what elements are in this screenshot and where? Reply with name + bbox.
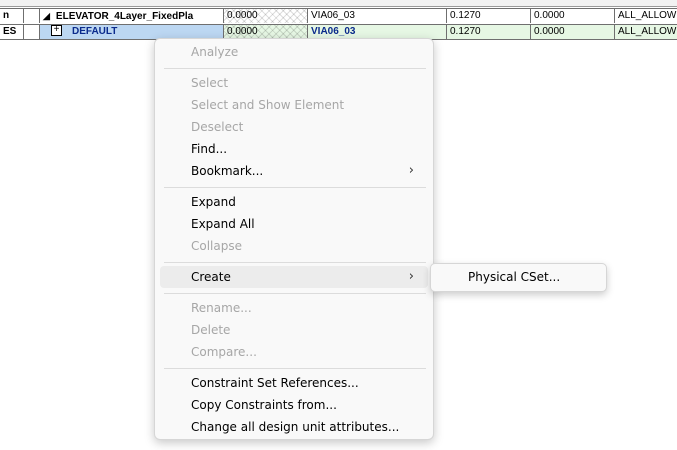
row-name-cell[interactable]: ◢ ELEVATOR_4Layer_FixedPla	[40, 9, 224, 23]
grid-top-edge	[0, 0, 677, 7]
menu-item-select-and-show[interactable]: Select and Show Element	[160, 94, 428, 116]
allow-cell[interactable]: ALL_ALLOW	[615, 9, 677, 23]
menu-item-label: Create	[191, 270, 231, 284]
menu-separator	[164, 262, 426, 263]
menu-item-constraint-set-references[interactable]: Constraint Set References...	[160, 372, 428, 394]
menu-item-physical-cset[interactable]: Physical CSet...	[434, 266, 603, 288]
value-cell[interactable]: 0.0000	[531, 9, 615, 23]
table-row[interactable]: ES + DEFAULT 0.0000 VIA06_03 0.1270 0.000…	[0, 25, 677, 39]
value-cell[interactable]: 0.0000	[224, 25, 308, 39]
expand-plus-icon[interactable]: +	[51, 25, 62, 36]
menu-separator	[164, 68, 426, 69]
value-cell[interactable]: 0.1270	[447, 25, 531, 39]
menu-item-bookmark[interactable]: Bookmark... ›	[160, 160, 428, 182]
row-type-cell: n	[0, 9, 24, 23]
menu-item-analyze[interactable]: Analyze	[160, 41, 428, 63]
menu-item-deselect[interactable]: Deselect	[160, 116, 428, 138]
row-name-text: DEFAULT	[72, 26, 118, 37]
create-submenu: Physical CSet...	[430, 263, 607, 292]
constraint-grid: n ◢ ELEVATOR_4Layer_FixedPla 0.0000 VIA06…	[0, 0, 677, 42]
menu-item-change-design-units[interactable]: Change all design unit attributes...	[160, 416, 428, 438]
table-row[interactable]: n ◢ ELEVATOR_4Layer_FixedPla 0.0000 VIA06…	[0, 9, 677, 23]
row-gutter-cell	[24, 25, 40, 39]
menu-item-delete[interactable]: Delete	[160, 319, 428, 341]
chevron-right-icon: ›	[408, 163, 414, 178]
menu-item-create[interactable]: Create ›	[160, 266, 428, 288]
via-cell[interactable]: VIA06_03	[308, 9, 447, 23]
menu-item-compare[interactable]: Compare...	[160, 341, 428, 363]
row-gutter-cell	[24, 9, 40, 23]
row-type-cell: ES	[0, 25, 24, 39]
menu-separator	[164, 293, 426, 294]
value-cell[interactable]: 0.0000	[531, 25, 615, 39]
menu-item-select[interactable]: Select	[160, 72, 428, 94]
row-name-cell[interactable]: + DEFAULT	[40, 25, 224, 39]
menu-item-label: Bookmark...	[191, 164, 264, 178]
row-name-text: ELEVATOR_4Layer_FixedPla	[55, 11, 194, 22]
menu-item-expand[interactable]: Expand	[160, 191, 428, 213]
menu-item-copy-constraints[interactable]: Copy Constraints from...	[160, 394, 428, 416]
chevron-right-icon: ›	[408, 269, 414, 284]
expand-triangle-icon[interactable]: ◢	[43, 11, 50, 21]
menu-item-expand-all[interactable]: Expand All	[160, 213, 428, 235]
menu-item-collapse[interactable]: Collapse	[160, 235, 428, 257]
menu-item-rename[interactable]: Rename...	[160, 297, 428, 319]
value-cell[interactable]: 0.0000	[224, 9, 308, 23]
value-cell[interactable]: 0.1270	[447, 9, 531, 23]
via-cell[interactable]: VIA06_03	[308, 25, 447, 39]
menu-item-find[interactable]: Find...	[160, 138, 428, 160]
menu-separator	[164, 187, 426, 188]
menu-separator	[164, 368, 426, 369]
context-menu: Analyze Select Select and Show Element D…	[154, 38, 434, 440]
allow-cell[interactable]: ALL_ALLOW	[615, 25, 677, 39]
